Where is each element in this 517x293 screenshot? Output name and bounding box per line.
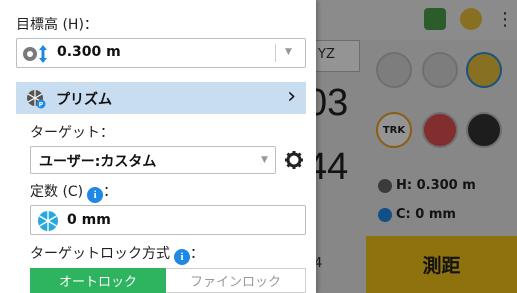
finelock-tab[interactable]: ファインロック — [166, 268, 306, 293]
target-value: ユーザー:カスタム — [39, 154, 157, 170]
prism-constant-icon — [38, 211, 58, 231]
gear-icon[interactable] — [284, 150, 304, 170]
autolock-label: オートロック — [58, 275, 137, 290]
autolock-tab[interactable]: オートロック — [30, 268, 166, 293]
prism-icon: P — [27, 90, 46, 109]
constant-label: 定数 (C) — [30, 184, 84, 200]
prism-label: プリズム — [56, 92, 112, 108]
target-lock-label-colon: ： — [190, 246, 204, 262]
target-dropdown[interactable]: ユーザー:カスタム ▼ — [30, 146, 276, 174]
constant-label-colon: ： — [103, 184, 118, 200]
finelock-label: ファインロック — [189, 275, 281, 290]
target-lock-label-row: ターゲットロック方式 i： — [30, 243, 204, 265]
constant-label-row: 定数 (C) i： — [30, 181, 117, 203]
chevron-down-icon[interactable]: ▼ — [261, 155, 268, 165]
target-label: ターゲット： — [30, 125, 114, 141]
target-height-field[interactable]: 0.300 m ▼ — [16, 38, 306, 68]
target-height-value: 0.300 m — [57, 44, 121, 60]
chevron-down-icon[interactable]: ▼ — [285, 47, 292, 57]
chevron-right-icon: › — [287, 84, 296, 109]
info-icon[interactable]: i — [174, 249, 190, 265]
constant-value: 0 mm — [67, 212, 111, 228]
target-settings-panel: 目標高 (H)： 0.300 m ▼ P プリズム › ターゲット： ユーザー:… — [0, 0, 316, 293]
info-icon[interactable]: i — [87, 187, 104, 203]
target-height-label: 目標高 (H)： — [16, 17, 98, 33]
target-lock-label: ターゲットロック方式 — [30, 246, 170, 262]
prism-height-icon — [23, 45, 47, 63]
dropdown-divider — [275, 44, 276, 62]
constant-field[interactable]: 0 mm — [30, 205, 306, 235]
svg-text:P: P — [39, 102, 44, 109]
prism-row[interactable]: P プリズム › — [16, 82, 306, 114]
